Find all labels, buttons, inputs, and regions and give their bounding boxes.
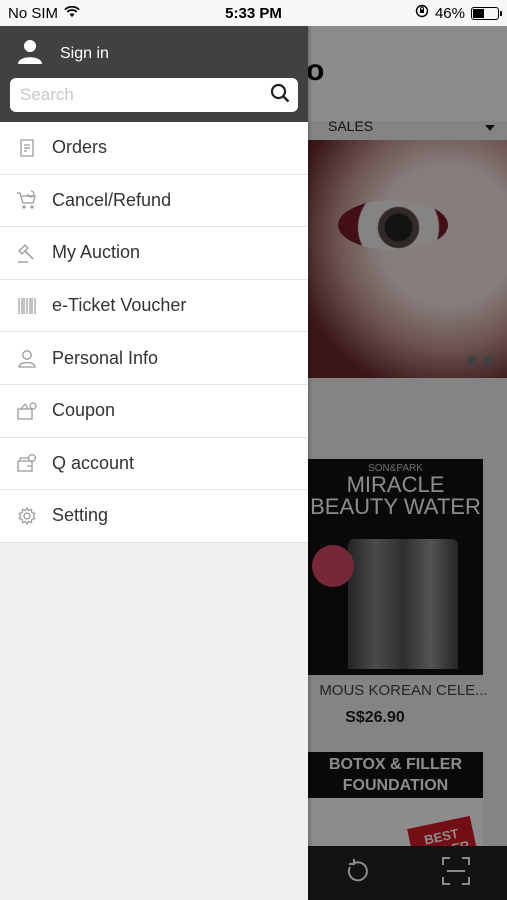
battery-percent: 46% xyxy=(434,4,465,22)
search-icon[interactable] xyxy=(270,83,290,108)
menu-label: Orders xyxy=(52,137,108,158)
user-icon xyxy=(16,38,44,69)
menu-item-e-ticket-voucher[interactable]: e-Ticket Voucher xyxy=(0,279,308,333)
battery-fill xyxy=(473,8,484,18)
menu-label: Coupon xyxy=(52,400,116,421)
coupon-icon xyxy=(16,400,38,422)
menu-item-my-auction[interactable]: My Auction xyxy=(0,227,308,280)
sign-in-button[interactable]: Sign in xyxy=(16,38,109,69)
wallet-icon xyxy=(16,452,38,474)
menu-item-setting[interactable]: Setting xyxy=(0,490,308,543)
side-drawer: Sign in Orders Cancel/Refund My Auct xyxy=(0,26,308,900)
status-right: 46% xyxy=(415,4,502,22)
orders-icon xyxy=(16,137,38,159)
menu-label: Q account xyxy=(52,452,135,473)
search-box xyxy=(10,78,298,112)
menu-label: e-Ticket Voucher xyxy=(52,295,187,316)
gavel-icon xyxy=(16,242,38,264)
carrier-label: No SIM xyxy=(8,4,59,22)
menu-item-coupon[interactable]: Coupon xyxy=(0,384,308,438)
menu-label: Personal Info xyxy=(52,347,159,368)
menu-item-cancel-refund[interactable]: Cancel/Refund xyxy=(0,174,308,228)
status-left: No SIM xyxy=(8,5,80,22)
person-icon xyxy=(16,347,38,369)
drawer-menu: Orders Cancel/Refund My Auction e-Ticket… xyxy=(0,122,308,543)
barcode-icon xyxy=(16,295,38,317)
menu-label: Cancel/Refund xyxy=(52,189,172,210)
cart-refund-icon xyxy=(16,189,38,211)
status-bar: No SIM 5:33 PM 46% xyxy=(0,0,507,26)
menu-item-q-account[interactable]: Q account xyxy=(0,437,308,491)
drawer-header: Sign in xyxy=(0,26,308,122)
rotation-lock-icon xyxy=(415,4,429,22)
sign-in-label: Sign in xyxy=(60,44,109,62)
menu-label: My Auction xyxy=(52,242,141,263)
wifi-icon xyxy=(64,5,80,22)
battery-icon xyxy=(471,6,502,20)
gear-icon xyxy=(16,505,38,527)
menu-item-orders[interactable]: Orders xyxy=(0,122,308,175)
menu-item-personal-info[interactable]: Personal Info xyxy=(0,332,308,385)
menu-label: Setting xyxy=(52,505,109,526)
search-input[interactable] xyxy=(20,85,270,105)
